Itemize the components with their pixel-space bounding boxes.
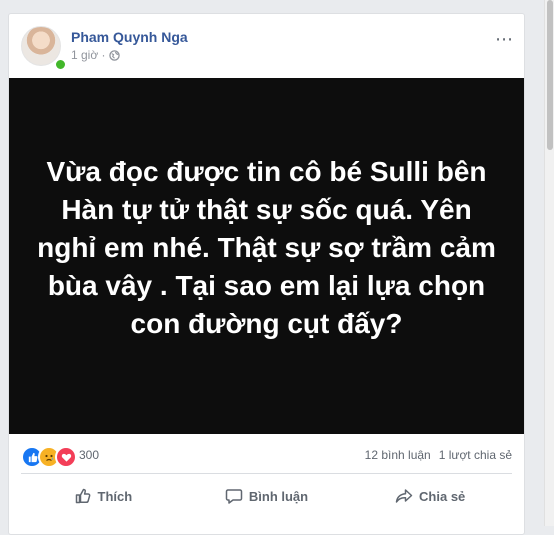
like-button[interactable]: Thích — [21, 480, 185, 512]
share-button-label: Chia sẻ — [419, 488, 466, 504]
post-card: Pham Quynh Nga 1 giờ · ⋯ Vừa đọc được ti… — [8, 13, 525, 535]
share-count-link[interactable]: 1 lượt chia sẻ — [439, 448, 512, 462]
page-scrollbar[interactable] — [544, 0, 554, 526]
post-stats: 300 12 bình luận 1 lượt chia sẻ — [9, 442, 524, 468]
more-options-icon[interactable]: ⋯ — [495, 30, 514, 48]
post-text-image[interactable]: Vừa đọc được tin cô bé Sulli bên Hàn tự … — [9, 78, 524, 434]
divider — [21, 473, 512, 474]
reaction-count[interactable]: 300 — [79, 448, 99, 462]
post-text: Vừa đọc được tin cô bé Sulli bên Hàn tự … — [37, 156, 496, 339]
share-icon — [395, 489, 413, 503]
thumbs-up-icon — [75, 488, 90, 504]
scrollbar-thumb[interactable] — [547, 0, 553, 150]
post-meta: 1 giờ · — [71, 48, 120, 62]
comment-button-label: Bình luận — [248, 488, 309, 504]
love-icon — [55, 446, 77, 468]
post-header: Pham Quynh Nga 1 giờ · ⋯ — [21, 26, 524, 71]
comment-button[interactable]: Bình luận — [185, 480, 349, 512]
comment-icon — [225, 489, 243, 504]
post-time[interactable]: 1 giờ · — [71, 48, 106, 62]
action-bar: Thích Bình luận Chia sẻ — [21, 480, 512, 512]
engagement-counts: 12 bình luận 1 lượt chia sẻ — [365, 448, 512, 462]
author-name-link[interactable]: Pham Quynh Nga — [71, 29, 188, 45]
globe-icon — [108, 49, 120, 61]
reaction-icons[interactable] — [21, 446, 77, 468]
online-status-icon — [54, 58, 67, 71]
like-button-label: Thích — [97, 488, 133, 504]
comment-count-link[interactable]: 12 bình luận — [365, 448, 431, 462]
share-button[interactable]: Chia sẻ — [348, 480, 512, 512]
